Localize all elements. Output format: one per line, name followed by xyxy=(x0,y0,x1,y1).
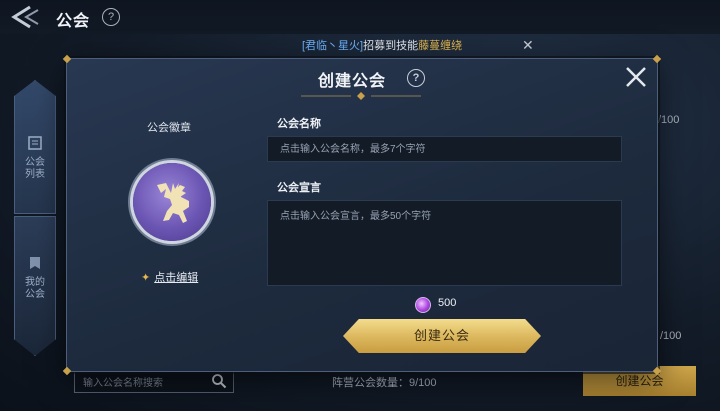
search-icon[interactable] xyxy=(211,373,227,389)
edit-emblem-label: 点击编辑 xyxy=(154,272,199,284)
guild-name-field[interactable]: 点击输入公会名称，最多7个字符 xyxy=(267,136,622,162)
close-icon[interactable] xyxy=(624,65,648,89)
currency-gem-icon xyxy=(415,297,431,313)
guild-declaration-field[interactable]: 点击输入公会宣言，最多50个字符 xyxy=(267,200,622,286)
tab-guild-list-label: 公会 列表 xyxy=(25,157,45,180)
banner-player: [君临丶星火] xyxy=(302,40,364,52)
deer-icon xyxy=(157,183,189,223)
guild-name-label: 公会名称 xyxy=(277,118,321,130)
title-divider-ornament xyxy=(301,92,421,100)
dialog-help-icon[interactable]: ? xyxy=(407,69,425,87)
guild-search-input[interactable]: 输入公会名称搜索 xyxy=(74,369,234,393)
guild-declaration-label: 公会宣言 xyxy=(277,182,321,194)
banner-flag-icon xyxy=(30,257,40,269)
page-title: 公会 xyxy=(56,13,91,30)
tab-guild-list[interactable]: 公会 列表 xyxy=(14,80,56,214)
banner-close-icon[interactable]: ✕ xyxy=(522,38,536,52)
emblem-label: 公会徽章 xyxy=(147,122,191,134)
corner-ornament xyxy=(652,54,662,64)
back-arrow-icon[interactable] xyxy=(8,4,44,30)
bg-member-count: /100 xyxy=(658,114,680,126)
sparkle-icon: ✦ xyxy=(141,272,151,284)
guild-emblem[interactable] xyxy=(133,163,211,241)
banner-skill: 藤蔓缠绕 xyxy=(418,40,463,52)
bg-member-count-2: /100 xyxy=(660,330,682,342)
recruit-banner: [君临丶星火]招募到技能藤蔓缠绕 xyxy=(302,38,532,54)
faction-guild-count: 阵营公会数量：9/100 xyxy=(332,377,437,389)
corner-ornament xyxy=(62,366,72,376)
create-guild-button[interactable]: 创建公会 xyxy=(343,319,541,353)
create-guild-dialog: 创建公会 ? 公会徽章 ✦ 点击编辑 公会名称 点击输入公会名称，最多7个字符 公… xyxy=(62,54,662,376)
tab-my-guild[interactable]: 我的 公会 xyxy=(14,216,56,356)
top-bar: 公会 ? xyxy=(0,0,720,34)
search-placeholder: 输入公会名称搜索 xyxy=(83,378,163,389)
edit-emblem-link[interactable]: ✦ 点击编辑 xyxy=(141,269,198,285)
scroll-icon xyxy=(28,136,42,150)
tab-my-guild-label: 我的 公会 xyxy=(25,277,45,300)
corner-ornament xyxy=(62,54,72,64)
help-icon[interactable]: ? xyxy=(102,8,120,26)
dialog-title: 创建公会 xyxy=(317,73,386,90)
banner-text: 招募到技能 xyxy=(363,40,419,52)
cost-amount: 500 xyxy=(438,297,457,309)
dialog-title-wrap: 创建公会 xyxy=(67,67,657,91)
